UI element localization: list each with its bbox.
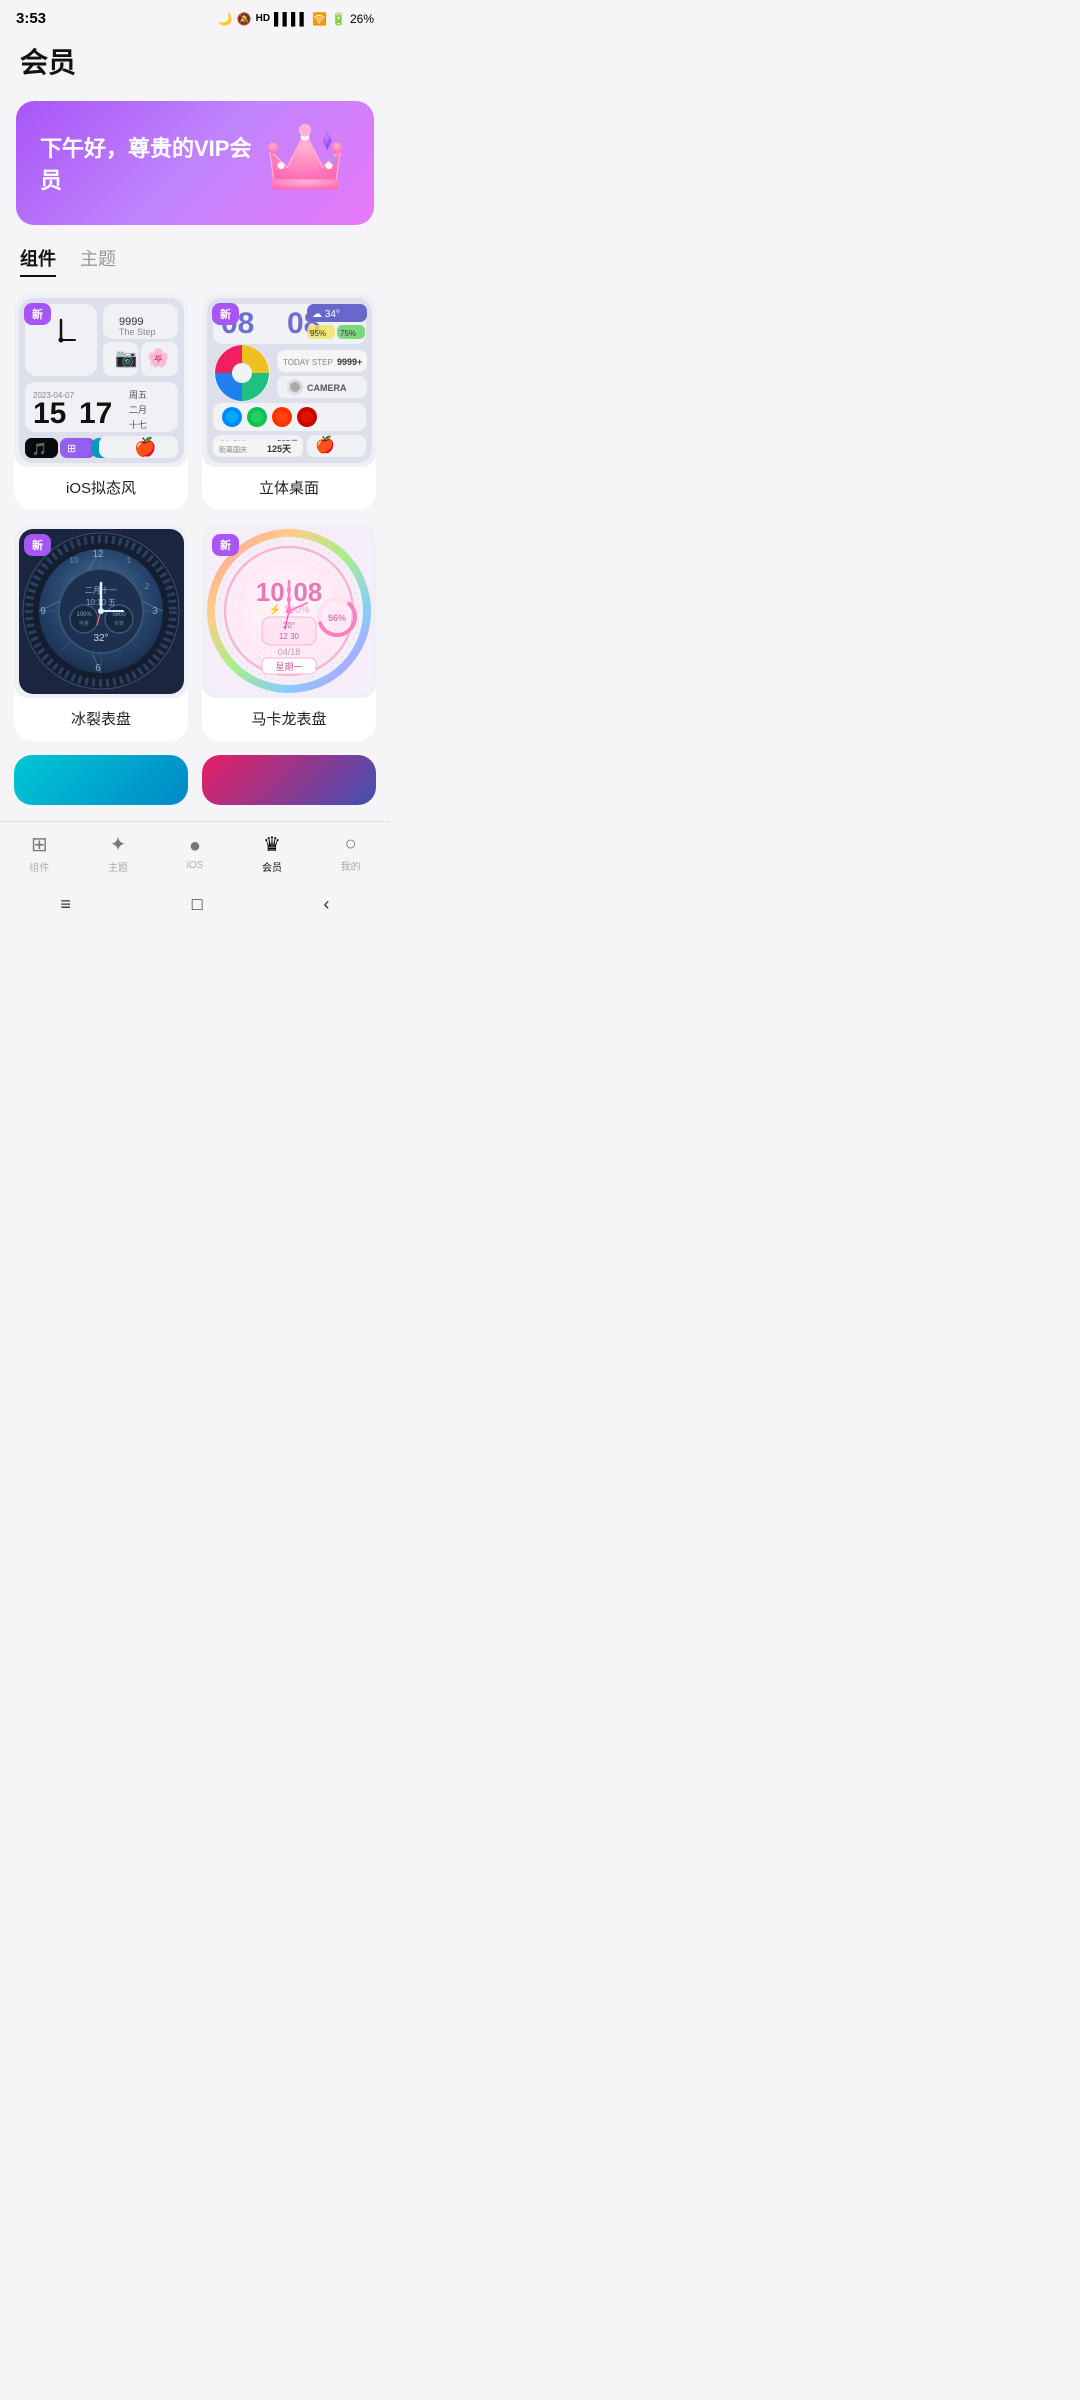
svg-text:5600: 5600 (112, 612, 126, 618)
page-header: 会员 (0, 33, 390, 93)
svg-text:电量: 电量 (78, 620, 88, 627)
partial-cards-row (0, 755, 390, 805)
member-nav-icon: ♛ (263, 832, 281, 857)
svg-text:2: 2 (144, 582, 149, 591)
svg-text:10: 10 (69, 556, 78, 565)
widget-thumb-3d: 新 08 08 ☁ 34° 95% 75% (202, 293, 376, 467)
widgets-grid: 新 9999 The Step 📷 (0, 293, 390, 741)
mute-icon: 🔕 (237, 12, 252, 26)
themes-nav-label: 主题 (108, 859, 128, 874)
widget-card-macaron[interactable]: 新 (202, 524, 376, 741)
tabs: 组件 主题 (0, 245, 390, 277)
widget-thumb-macaron: 新 (202, 524, 376, 698)
svg-text:🌸: 🌸 (147, 347, 169, 368)
svg-text:100%: 100% (76, 612, 92, 618)
svg-text:3: 3 (152, 606, 158, 617)
new-badge-ice: 新 (24, 534, 51, 556)
vip-crown-area (260, 123, 350, 203)
svg-text:TODAY STEP: TODAY STEP (283, 358, 333, 367)
nav-item-mine[interactable]: ○ 我的 (341, 833, 361, 873)
new-badge-3d: 新 (212, 303, 239, 325)
status-icons: 🌙 🔕 HD ▌▌▌▌ 🛜 🔋 26% (218, 12, 374, 26)
wifi-icon: 🛜 (312, 12, 327, 26)
ios-nav-icon: ● (189, 835, 201, 858)
svg-text:75%: 75% (340, 329, 356, 338)
back-button[interactable]: ‹ (324, 894, 330, 915)
crown-icon (260, 123, 350, 203)
widget-card-ice[interactable]: 新 (14, 524, 188, 741)
partial-card-right[interactable] (202, 755, 376, 805)
svg-text:9: 9 (40, 606, 46, 617)
battery-icon: 🔋 (331, 12, 346, 26)
widget-label-3d: 立体桌面 (202, 467, 376, 510)
svg-text:周五: 周五 (129, 390, 147, 400)
new-badge-macaron: 新 (212, 534, 239, 556)
svg-text:04/18: 04/18 (277, 647, 300, 657)
widget-thumb-ios: 新 9999 The Step 📷 (14, 293, 188, 467)
svg-text:95%: 95% (310, 329, 326, 338)
svg-text:🍎: 🍎 (315, 435, 335, 454)
themes-nav-icon: ✦ (110, 832, 127, 857)
svg-text:15: 15 (33, 397, 66, 430)
svg-text:12: 12 (92, 549, 104, 560)
nav-item-themes[interactable]: ✦ 主题 (108, 832, 128, 874)
new-badge-ios: 新 (24, 303, 51, 325)
svg-text:十七: 十七 (129, 419, 147, 430)
svg-text:星期一: 星期一 (275, 662, 302, 672)
moon-icon: 🌙 (218, 12, 233, 26)
svg-text:🍎: 🍎 (134, 436, 156, 457)
svg-text:CAMERA: CAMERA (307, 383, 347, 393)
hd-icon: HD (256, 13, 270, 24)
svg-text:二月: 二月 (129, 405, 147, 415)
svg-text:32°: 32° (93, 633, 108, 644)
nav-item-member[interactable]: ♛ 会员 (262, 832, 282, 874)
partial-card-left[interactable] (14, 755, 188, 805)
sys-nav-bar: ≡ □ ‹ (0, 882, 390, 923)
widget-label-ice: 冰裂表盘 (14, 698, 188, 741)
widget-label-ios: iOS拟态风 (14, 467, 188, 510)
svg-text:1: 1 (126, 556, 131, 565)
ios-nav-label: iOS (187, 860, 204, 871)
svg-text:12 30: 12 30 (278, 632, 299, 641)
tab-widgets[interactable]: 组件 (20, 245, 56, 277)
widget-label-macaron: 马卡龙表盘 (202, 698, 376, 741)
svg-text:距离国庆: 距离国庆 (219, 445, 247, 454)
svg-text:☁ 34°: ☁ 34° (312, 309, 340, 320)
widgets-nav-icon: ⊞ (31, 832, 48, 857)
svg-text:The Step: The Step (119, 327, 156, 337)
svg-text:6: 6 (95, 663, 101, 674)
tab-themes[interactable]: 主题 (80, 245, 116, 277)
widget-card-3d[interactable]: 新 08 08 ☁ 34° 95% 75% (202, 293, 376, 510)
svg-text:9999+: 9999+ (337, 357, 362, 367)
svg-text:📷: 📷 (115, 348, 137, 368)
widget-thumb-ice: 新 (14, 524, 188, 698)
signal-icon: ▌▌▌▌ (274, 12, 308, 26)
vip-text: 下午好，尊贵的VIP会员 (40, 131, 260, 195)
bottom-nav: ⊞ 组件 ✦ 主题 ● iOS ♛ 会员 ○ 我的 (0, 821, 390, 882)
nav-item-widgets[interactable]: ⊞ 组件 (29, 832, 49, 874)
status-time: 3:53 (16, 10, 46, 27)
widget-card-ios[interactable]: 新 9999 The Step 📷 (14, 293, 188, 510)
svg-text:56%: 56% (327, 613, 345, 623)
battery-percent: 26% (350, 12, 374, 26)
svg-text:125天: 125天 (267, 444, 292, 454)
vip-banner[interactable]: 下午好，尊贵的VIP会员 (16, 101, 374, 225)
svg-text:🎵: 🎵 (32, 442, 47, 456)
page-title: 会员 (20, 41, 370, 81)
member-nav-label: 会员 (262, 859, 282, 874)
mine-nav-icon: ○ (345, 833, 357, 856)
svg-text:17: 17 (79, 397, 112, 430)
svg-text:步数: 步数 (113, 620, 123, 627)
status-bar: 3:53 🌙 🔕 HD ▌▌▌▌ 🛜 🔋 26% (0, 0, 390, 33)
nav-item-ios[interactable]: ● iOS (187, 835, 204, 871)
home-button[interactable]: □ (192, 894, 203, 915)
svg-text:⊞: ⊞ (67, 443, 76, 455)
widgets-nav-label: 组件 (29, 859, 49, 874)
mine-nav-label: 我的 (341, 858, 361, 873)
menu-button[interactable]: ≡ (60, 894, 71, 915)
